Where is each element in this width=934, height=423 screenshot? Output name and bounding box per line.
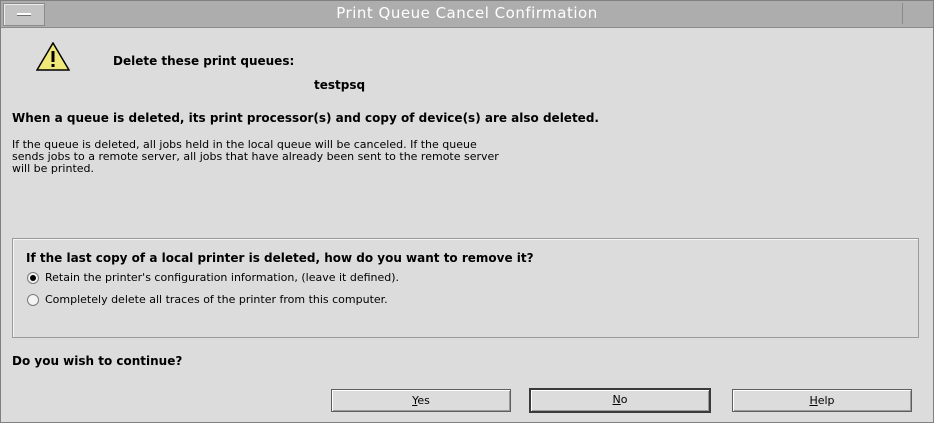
notice-text-line-3: will be printed. [12,162,95,175]
title-bar-right-corner [902,3,933,24]
deletion-notice-heading: When a queue is deleted, its print proce… [12,111,599,125]
no-label-rest: o [620,393,628,406]
help-mnemonic: H [809,394,818,407]
delete-queues-label: Delete these print queues: [113,54,295,68]
yes-label-rest: es [417,394,430,407]
option-delete-all[interactable]: Completely delete all traces of the prin… [27,293,388,306]
dialog-content: Delete these print queues: testpsq When … [1,28,933,422]
help-button[interactable]: Help [732,389,912,412]
no-mnemonic: N [612,393,621,406]
dialog-window: Print Queue Cancel Confirmation Delete t… [0,0,934,423]
radio-unselected-icon[interactable] [27,293,39,306]
window-title: Print Queue Cancel Confirmation [336,4,598,22]
title-bar[interactable]: Print Queue Cancel Confirmation [1,1,933,28]
option-retain-config[interactable]: Retain the printer's configuration infor… [27,271,399,284]
removal-question: If the last copy of a local printer is d… [26,251,534,265]
no-button[interactable]: No [529,388,711,413]
removal-options-group: If the last copy of a local printer is d… [12,238,919,338]
queue-name: testpsq [314,78,366,92]
continue-prompt: Do you wish to continue? [12,354,183,368]
yes-button[interactable]: Yes [331,389,511,412]
option-retain-label: Retain the printer's configuration infor… [45,271,400,284]
radio-selected-icon[interactable] [27,271,39,284]
help-label-rest: elp [817,394,835,407]
warning-triangle-icon [36,42,70,71]
option-delete-label: Completely delete all traces of the prin… [45,293,388,306]
